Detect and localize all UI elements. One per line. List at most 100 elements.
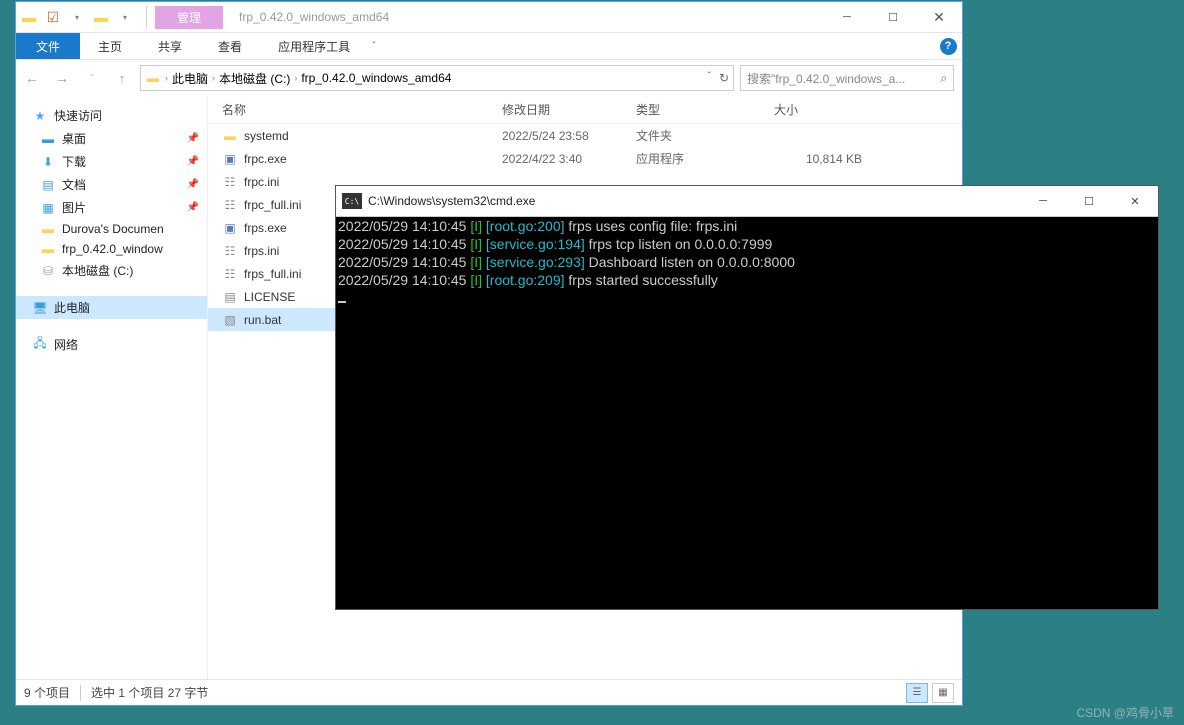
address-bar-row: ← → ˇ ↑ ▬ › 此电脑 › 本地磁盘 (C:) › frp_0.42.0… — [16, 60, 962, 96]
cmd-line: 2022/05/29 14:10:45 [I] [root.go:200] fr… — [338, 217, 1156, 235]
ribbon-tab-home[interactable]: 主页 — [80, 33, 140, 59]
qat-overflow-icon[interactable]: ▾ — [116, 8, 134, 26]
window-controls: ─ ☐ ✕ — [824, 2, 962, 32]
sidebar-item-cdisk[interactable]: ⛁本地磁盘 (C:) — [16, 259, 207, 282]
cmd-window: C:\ C:\Windows\system32\cmd.exe ─ ☐ ✕ 20… — [335, 185, 1159, 610]
ribbon-tab-apptools[interactable]: 应用程序工具 — [260, 33, 368, 59]
view-details-button[interactable]: ☰ — [906, 683, 928, 703]
sidebar-downloads[interactable]: ⬇下载📌 — [16, 150, 207, 173]
breadcrumb-disk[interactable]: 本地磁盘 (C:) — [219, 70, 290, 87]
nav-back-button[interactable]: ← — [20, 66, 44, 90]
file-name: frps.ini — [244, 244, 279, 258]
view-thumbnails-button[interactable]: ▦ — [932, 683, 954, 703]
folder-open-icon: ▬ — [92, 8, 110, 26]
folder-icon: ▬ — [145, 71, 161, 85]
file-name: systemd — [244, 129, 289, 143]
context-tab-manage[interactable]: 管理 — [155, 6, 223, 29]
ribbon-tab-share[interactable]: 共享 — [140, 33, 200, 59]
file-type-cell: 文件夹 — [636, 127, 774, 144]
pc-icon: 🖥 — [32, 301, 48, 315]
quick-access-toolbar: ▬ ☑ ▾ ▬ ▾ — [16, 2, 138, 32]
file-size-cell: 10,814 KB — [774, 152, 874, 166]
cmd-title: C:\Windows\system32\cmd.exe — [368, 194, 535, 208]
help-icon: ? — [940, 38, 957, 55]
column-type[interactable]: 类型 — [636, 101, 774, 118]
search-placeholder: 搜索"frp_0.42.0_windows_a... — [747, 70, 940, 87]
address-bar[interactable]: ▬ › 此电脑 › 本地磁盘 (C:) › frp_0.42.0_windows… — [140, 65, 734, 91]
cmd-line: 2022/05/29 14:10:45 [I] [service.go:194]… — [338, 235, 1156, 253]
cmd-output[interactable]: 2022/05/29 14:10:45 [I] [root.go:200] fr… — [336, 217, 1158, 609]
sidebar-pictures[interactable]: ▦图片📌 — [16, 196, 207, 219]
qat-dropdown-icon[interactable]: ▾ — [68, 8, 86, 26]
breadcrumb-pc[interactable]: 此电脑 — [172, 70, 208, 87]
help-button[interactable]: ? — [934, 33, 962, 59]
sidebar-item-label: 下载 — [62, 153, 86, 170]
document-icon: ▤ — [40, 178, 56, 192]
maximize-button[interactable]: ☐ — [870, 2, 916, 32]
folder-icon: ▬ — [40, 242, 56, 256]
file-name: run.bat — [244, 313, 281, 327]
sidebar-item-label: 快速访问 — [54, 107, 102, 124]
sidebar-desktop[interactable]: ▬桌面📌 — [16, 127, 207, 150]
file-name: frpc.exe — [244, 152, 287, 166]
sidebar-item-label: 图片 — [62, 199, 86, 216]
ribbon-collapse-icon[interactable]: ˇ — [368, 33, 386, 59]
sidebar-item-label: 本地磁盘 (C:) — [62, 262, 133, 279]
chevron-right-icon: › — [212, 73, 215, 83]
folder-icon: ▬ — [20, 8, 38, 26]
star-icon: ★ — [32, 109, 48, 123]
file-date-cell: 2022/5/24 23:58 — [502, 129, 636, 143]
cmd-icon: C:\ — [342, 193, 362, 209]
file-date-cell: 2022/4/22 3:40 — [502, 152, 636, 166]
pin-icon: 📌 — [187, 179, 199, 190]
window-title: frp_0.42.0_windows_amd64 — [223, 10, 389, 24]
nav-up-button[interactable]: ↑ — [110, 66, 134, 90]
file-row[interactable]: ▬systemd2022/5/24 23:58文件夹 — [208, 124, 962, 147]
cmd-line: 2022/05/29 14:10:45 [I] [root.go:209] fr… — [338, 271, 1156, 289]
column-size[interactable]: 大小 — [774, 101, 874, 118]
cmd-minimize-button[interactable]: ─ — [1020, 186, 1066, 216]
ribbon-tab-view[interactable]: 查看 — [200, 33, 260, 59]
column-date[interactable]: 修改日期 — [502, 101, 636, 118]
status-bar: 9 个项目 选中 1 个项目 27 字节 ☰ ▦ — [16, 679, 962, 705]
chevron-right-icon: › — [165, 73, 168, 83]
file-name: frpc_full.ini — [244, 198, 301, 212]
minimize-button[interactable]: ─ — [824, 2, 870, 32]
nav-recent-dropdown[interactable]: ˇ — [80, 66, 104, 90]
navigation-pane: ★ 快速访问 ▬桌面📌 ⬇下载📌 ▤文档📌 ▦ 图片 📌 ▬Durova's Docu… — [16, 96, 208, 679]
cmd-titlebar[interactable]: C:\ C:\Windows\system32\cmd.exe ─ ☐ ✕ — [336, 186, 1158, 217]
refresh-icon[interactable]: ↻ — [719, 71, 729, 85]
column-name[interactable]: 名称 — [222, 101, 502, 118]
search-icon[interactable]: ⌕ — [940, 71, 947, 86]
sidebar-item-label: frp_0.42.0_window — [62, 242, 163, 256]
file-name: frps_full.ini — [244, 267, 301, 281]
sidebar-item-durova[interactable]: ▬Durova's Documen — [16, 219, 207, 239]
sidebar-item-frp[interactable]: ▬ frp_0.42.0_window — [16, 239, 207, 259]
desktop-icon: ▬ — [40, 132, 56, 146]
sidebar-this-pc[interactable]: 🖥此电脑 — [16, 296, 207, 319]
cursor — [338, 301, 346, 303]
pictures-icon: ▦ — [40, 201, 56, 215]
ribbon-tab-file[interactable]: 文件 — [16, 33, 80, 59]
status-selection: 选中 1 个项目 27 字节 — [91, 684, 208, 701]
status-item-count: 9 个项目 — [24, 684, 70, 701]
status-separator — [80, 685, 81, 701]
title-separator — [146, 6, 147, 28]
address-dropdown-icon[interactable]: ˇ — [708, 71, 711, 85]
cmd-maximize-button[interactable]: ☐ — [1066, 186, 1112, 216]
network-icon: 🖧 — [32, 338, 48, 352]
file-type-cell: 应用程序 — [636, 150, 774, 167]
sidebar-quick-access[interactable]: ★ 快速访问 — [16, 104, 207, 127]
column-headers: 名称 修改日期 类型 大小 — [208, 96, 962, 124]
file-row[interactable]: ▣frpc.exe2022/4/22 3:40应用程序10,814 KB — [208, 147, 962, 170]
cmd-close-button[interactable]: ✕ — [1112, 186, 1158, 216]
sidebar-documents[interactable]: ▤文档📌 — [16, 173, 207, 196]
nav-forward-button[interactable]: → — [50, 66, 74, 90]
close-button[interactable]: ✕ — [916, 2, 962, 32]
search-input[interactable]: 搜索"frp_0.42.0_windows_a... ⌕ — [740, 65, 954, 91]
qat-checkbox[interactable]: ☑ — [44, 8, 62, 26]
watermark: CSDN @鸡骨小草 — [1076, 704, 1174, 721]
sidebar-network[interactable]: 🖧网络 — [16, 333, 207, 356]
breadcrumb-folder[interactable]: frp_0.42.0_windows_amd64 — [301, 71, 451, 85]
folder-icon: ▬ — [40, 222, 56, 236]
